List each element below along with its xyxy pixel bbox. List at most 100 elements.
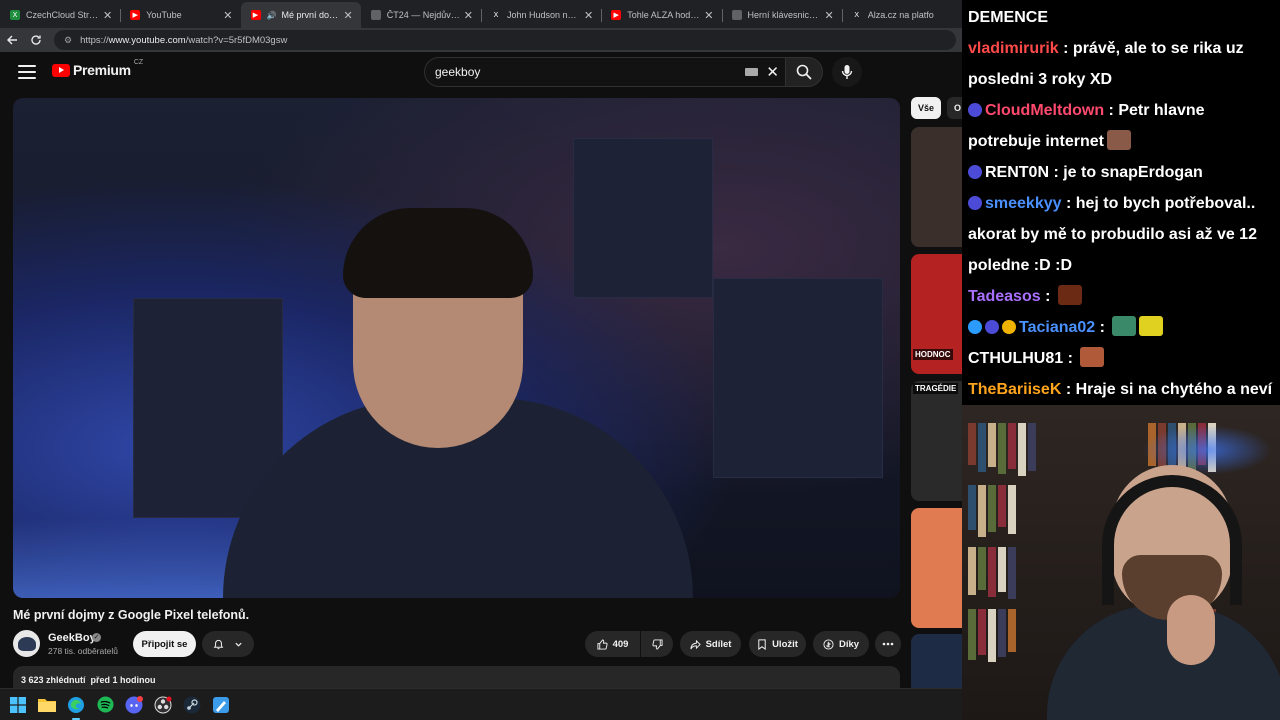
steam-icon[interactable] <box>182 695 202 715</box>
browser-tab[interactable]: X CzechCloud Stream - W✕ <box>0 2 120 28</box>
close-tab-icon[interactable]: ✕ <box>464 9 473 22</box>
more-actions-button[interactable] <box>875 631 901 657</box>
chat-username: Taciana02 <box>1019 319 1096 336</box>
keyboard-icon[interactable] <box>745 68 759 76</box>
chat-emote-icon <box>1107 130 1132 150</box>
edge-browser-icon[interactable] <box>66 695 86 720</box>
join-button[interactable]: Připojit se <box>133 631 196 657</box>
microphone-icon <box>841 65 853 79</box>
recommended-video-thumbnail[interactable] <box>911 634 962 688</box>
obs-icon[interactable] <box>153 695 173 715</box>
thanks-button[interactable]: Díky <box>813 631 869 657</box>
filter-chip[interactable]: O <box>947 97 962 119</box>
url-prefix: https:// <box>80 34 109 46</box>
chat-message: CTHULHU81 : <box>968 343 1274 374</box>
description-box[interactable]: 3 623 zhlédnutí před 1 hodinou <box>13 666 900 688</box>
chat-badge-icon <box>1002 320 1016 334</box>
close-tab-icon[interactable]: ✕ <box>103 9 112 22</box>
close-tab-icon[interactable]: ✕ <box>223 9 232 22</box>
spotify-icon[interactable] <box>95 695 115 715</box>
save-button[interactable]: Uložit <box>749 631 806 657</box>
url-domain: www.youtube.com <box>108 34 186 46</box>
share-icon <box>690 639 701 649</box>
close-tab-icon[interactable]: ✕ <box>584 9 593 22</box>
clear-search-icon[interactable]: ✕ <box>766 63 779 81</box>
bell-icon <box>213 639 223 649</box>
browser-tab[interactable]: X John Hudson na platfor✕ <box>481 2 601 28</box>
thumbs-up-icon <box>597 638 608 650</box>
share-label: Sdílet <box>705 638 732 650</box>
audio-playing-icon[interactable]: 🔊 <box>267 11 277 20</box>
chat-username: CloudMeltdown <box>985 102 1105 119</box>
chat-username: TheBariiseK <box>968 381 1062 398</box>
share-button[interactable]: Sdílet <box>680 631 741 657</box>
reload-button[interactable] <box>24 28 48 52</box>
tab-favicon-icon <box>731 10 742 20</box>
headphones <box>1102 475 1242 605</box>
guide-menu-button[interactable] <box>18 65 36 79</box>
chat-text: je to snapErdogan <box>1063 164 1203 181</box>
dislike-button[interactable] <box>641 631 673 657</box>
chat-message: smeekkyy : hej to bych potřeboval.. akor… <box>968 195 1257 274</box>
recommended-video-thumbnail[interactable] <box>911 508 962 628</box>
chat-badge-icon <box>968 165 982 179</box>
search-value: geekboy <box>435 65 481 79</box>
chat-message: DEMENCE <box>968 2 1274 33</box>
tab-title: CzechCloud Stream - W <box>26 10 100 20</box>
discord-icon[interactable] <box>124 695 144 715</box>
browser-tab[interactable]: ▶ 🔊 Mé první dojmy z G ✕ <box>240 2 361 28</box>
chat-username: smeekkyy <box>985 195 1062 212</box>
channel-name[interactable]: GeekBoy <box>48 632 96 644</box>
region-code: CZ <box>133 58 144 66</box>
channel-avatar[interactable] <box>13 630 40 657</box>
recommended-video-thumbnail[interactable]: TRAGÉDIE <box>911 381 962 501</box>
windows-taskbar <box>0 688 962 720</box>
save-label: Uložit <box>772 638 798 650</box>
search-button[interactable] <box>785 57 823 87</box>
chat-badge-icon <box>985 320 999 334</box>
search-input[interactable]: geekboy ✕ <box>424 57 786 87</box>
tab-favicon-icon: X <box>491 10 501 20</box>
browser-tab[interactable]: ▶ Tohle ALZA hodně po**e✕ <box>601 2 721 28</box>
chat-username: vladimirurik <box>968 40 1059 57</box>
browser-tab[interactable]: ČT24 — Nejdůvěryhodn ✕ <box>361 2 481 28</box>
filter-chip[interactable]: Vše <box>911 97 942 119</box>
like-button[interactable]: 409 <box>585 631 640 657</box>
view-count: 3 623 zhlédnutí <box>21 675 86 685</box>
super-thanks-icon <box>823 638 834 650</box>
tab-title: Mé první dojmy z G <box>281 10 339 20</box>
logo-wordmark: Premium <box>73 62 131 78</box>
site-info-icon[interactable]: ⚙ <box>64 35 72 46</box>
tab-favicon-icon: ▶ <box>130 10 141 20</box>
browser-tab[interactable]: Herní klávesnice Raptor ✕ <box>721 2 842 28</box>
tab-title: John Hudson na platfor <box>507 10 581 20</box>
chat-emote-icon <box>1080 347 1105 367</box>
notifications-button[interactable] <box>202 631 254 657</box>
browser-tab[interactable]: ▶ YouTube ✕ <box>120 2 240 28</box>
chat-message: CloudMeltdown : Petr hlavne potrebuje in… <box>968 102 1205 150</box>
video-title: Mé první dojmy z Google Pixel telefonů. <box>13 608 250 622</box>
chat-message: vladimirurik : právě, ale to se rika uz … <box>968 40 1244 88</box>
reload-icon <box>31 35 41 45</box>
paint-icon[interactable] <box>211 695 231 715</box>
like-count: 409 <box>612 638 629 650</box>
chat-message: Taciana02 : <box>968 312 1274 343</box>
recommended-video-thumbnail[interactable]: HODNOC <box>911 254 962 374</box>
chevron-down-icon <box>235 642 242 647</box>
video-player[interactable] <box>13 98 900 598</box>
close-tab-icon[interactable]: ✕ <box>825 9 834 22</box>
close-tab-icon[interactable]: ✕ <box>704 9 713 22</box>
voice-search-button[interactable] <box>832 57 862 87</box>
chat-username: RENT0N <box>985 164 1050 181</box>
thumbnail-caption: HODNOC <box>913 349 953 360</box>
youtube-premium-logo[interactable]: Premium CZ <box>52 58 144 78</box>
tab-title: Alza.cz na platfo <box>867 10 934 20</box>
chat-emote-icon <box>1112 316 1137 336</box>
file-explorer-icon[interactable] <box>37 695 57 715</box>
browser-tab[interactable]: X Alza.cz na platfo <box>841 2 962 28</box>
close-tab-icon[interactable]: ✕ <box>344 9 353 22</box>
address-bar[interactable]: ⚙ https://www.youtube.com/watch?v=5r5fDM… <box>54 30 956 50</box>
back-button[interactable] <box>0 28 24 52</box>
recommended-video-thumbnail[interactable] <box>911 127 962 247</box>
windows-start-icon[interactable] <box>8 695 28 715</box>
